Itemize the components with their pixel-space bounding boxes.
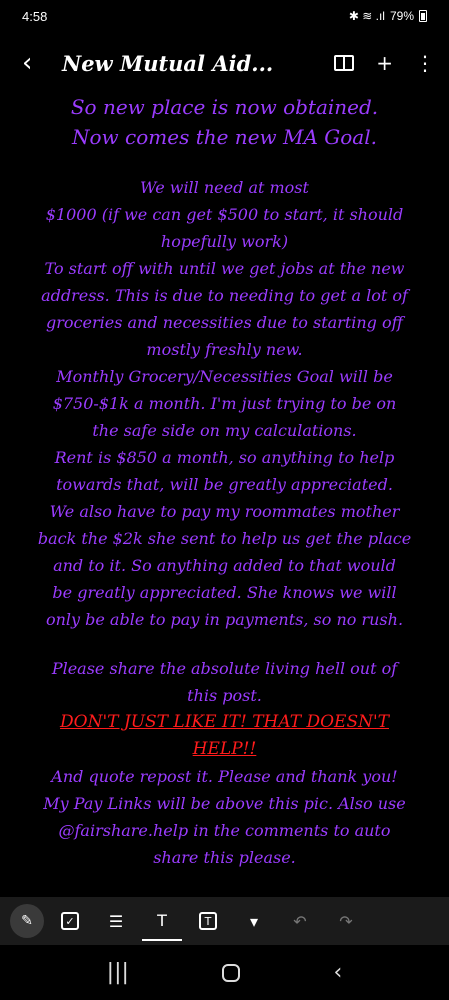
status-bar: 4:58 ✱ ≋ .ıl 79% [0, 0, 449, 32]
app-bar: ‹ New Mutual Aid... + ⋮ [0, 38, 449, 88]
text-box-tool[interactable]: T [188, 901, 228, 941]
note-line: We also have to pay my roommates mother [49, 502, 400, 521]
note-line: groceries and necessities due to startin… [46, 313, 403, 332]
back-nav-icon[interactable]: ‹ [334, 960, 343, 985]
note-line: To start off with until we get jobs at t… [44, 259, 405, 278]
more-options-icon[interactable]: ⋮ [415, 51, 435, 75]
text-style-icon[interactable]: T [142, 901, 182, 941]
system-nav-bar: ||| ‹ [0, 945, 449, 1000]
redo-icon[interactable]: ↷ [326, 901, 366, 941]
note-line: address. This is due to needing to get a… [41, 286, 408, 305]
checkbox-tool[interactable]: ✓ [50, 901, 90, 941]
back-arrow-icon[interactable]: ‹ [22, 48, 50, 78]
pen-icon[interactable]: ✎ [10, 904, 44, 938]
note-line: We will need at most [140, 178, 309, 197]
note-line: My Pay Links will be above this pic. Als… [43, 794, 406, 813]
note-line: the safe side on my calculations. [92, 421, 357, 440]
home-icon[interactable] [222, 963, 241, 982]
dropdown-arrow-icon[interactable]: ▾ [234, 901, 274, 941]
reading-mode-icon[interactable] [334, 55, 355, 71]
recent-apps-icon[interactable]: ||| [107, 960, 129, 985]
note-line: $750-$1k a month. I'm just trying to be … [52, 394, 397, 413]
note-line: this post. [187, 686, 262, 705]
note-line: Please share the absolute living hell ou… [51, 659, 398, 678]
note-heading-line: So new place is now obtained. [70, 95, 379, 119]
battery-level: 79% [389, 9, 414, 23]
warning-line: HELP!! [192, 739, 257, 759]
note-line: Monthly Grocery/Necessities Goal will be [56, 367, 393, 386]
note-line: only be able to pay in payments, so no r… [45, 610, 404, 629]
note-title: New Mutual Aid... [62, 50, 274, 76]
note-line: back the $2k she sent to help us get the… [37, 529, 412, 548]
battery-icon [419, 10, 427, 22]
note-content[interactable]: So new place is now obtained. Now comes … [0, 92, 449, 892]
checkbox-icon: ✓ [61, 912, 79, 930]
editing-toolbar: ✎ ✓ ☰ T T ▾ ↶ ↷ [0, 897, 449, 945]
text-box-icon: T [199, 912, 217, 930]
app-bar-actions: + ⋮ [334, 51, 435, 75]
note-line: Rent is $850 a month, so anything to hel… [54, 448, 395, 467]
note-line: and to it. So anything added to that wou… [53, 556, 396, 575]
note-line: mostly freshly new. [146, 340, 303, 359]
note-line: $1000 (if we can get $500 to start, it s… [45, 205, 404, 224]
note-line: be greatly appreciated. She knows we wil… [52, 583, 397, 602]
add-icon[interactable]: + [376, 51, 393, 75]
note-line: share this please. [153, 848, 296, 867]
note-heading-line: Now comes the new MA Goal. [72, 125, 377, 149]
note-line: hopefully work) [160, 232, 289, 251]
note-line: towards that, will be greatly appreciate… [56, 475, 393, 494]
note-line: And quote repost it. Please and thank yo… [51, 767, 398, 786]
status-time: 4:58 [22, 8, 48, 24]
align-text-icon[interactable]: ☰ [96, 901, 136, 941]
note-line: @fairshare.help in the comments to auto [58, 821, 391, 840]
warning-line: DON'T JUST LIKE IT! THAT DOESN'T [60, 712, 389, 732]
undo-icon[interactable]: ↶ [280, 901, 320, 941]
signal-icons: ✱ ≋ .ıl [348, 9, 385, 23]
status-indicators: ✱ ≋ .ıl 79% [349, 9, 427, 23]
